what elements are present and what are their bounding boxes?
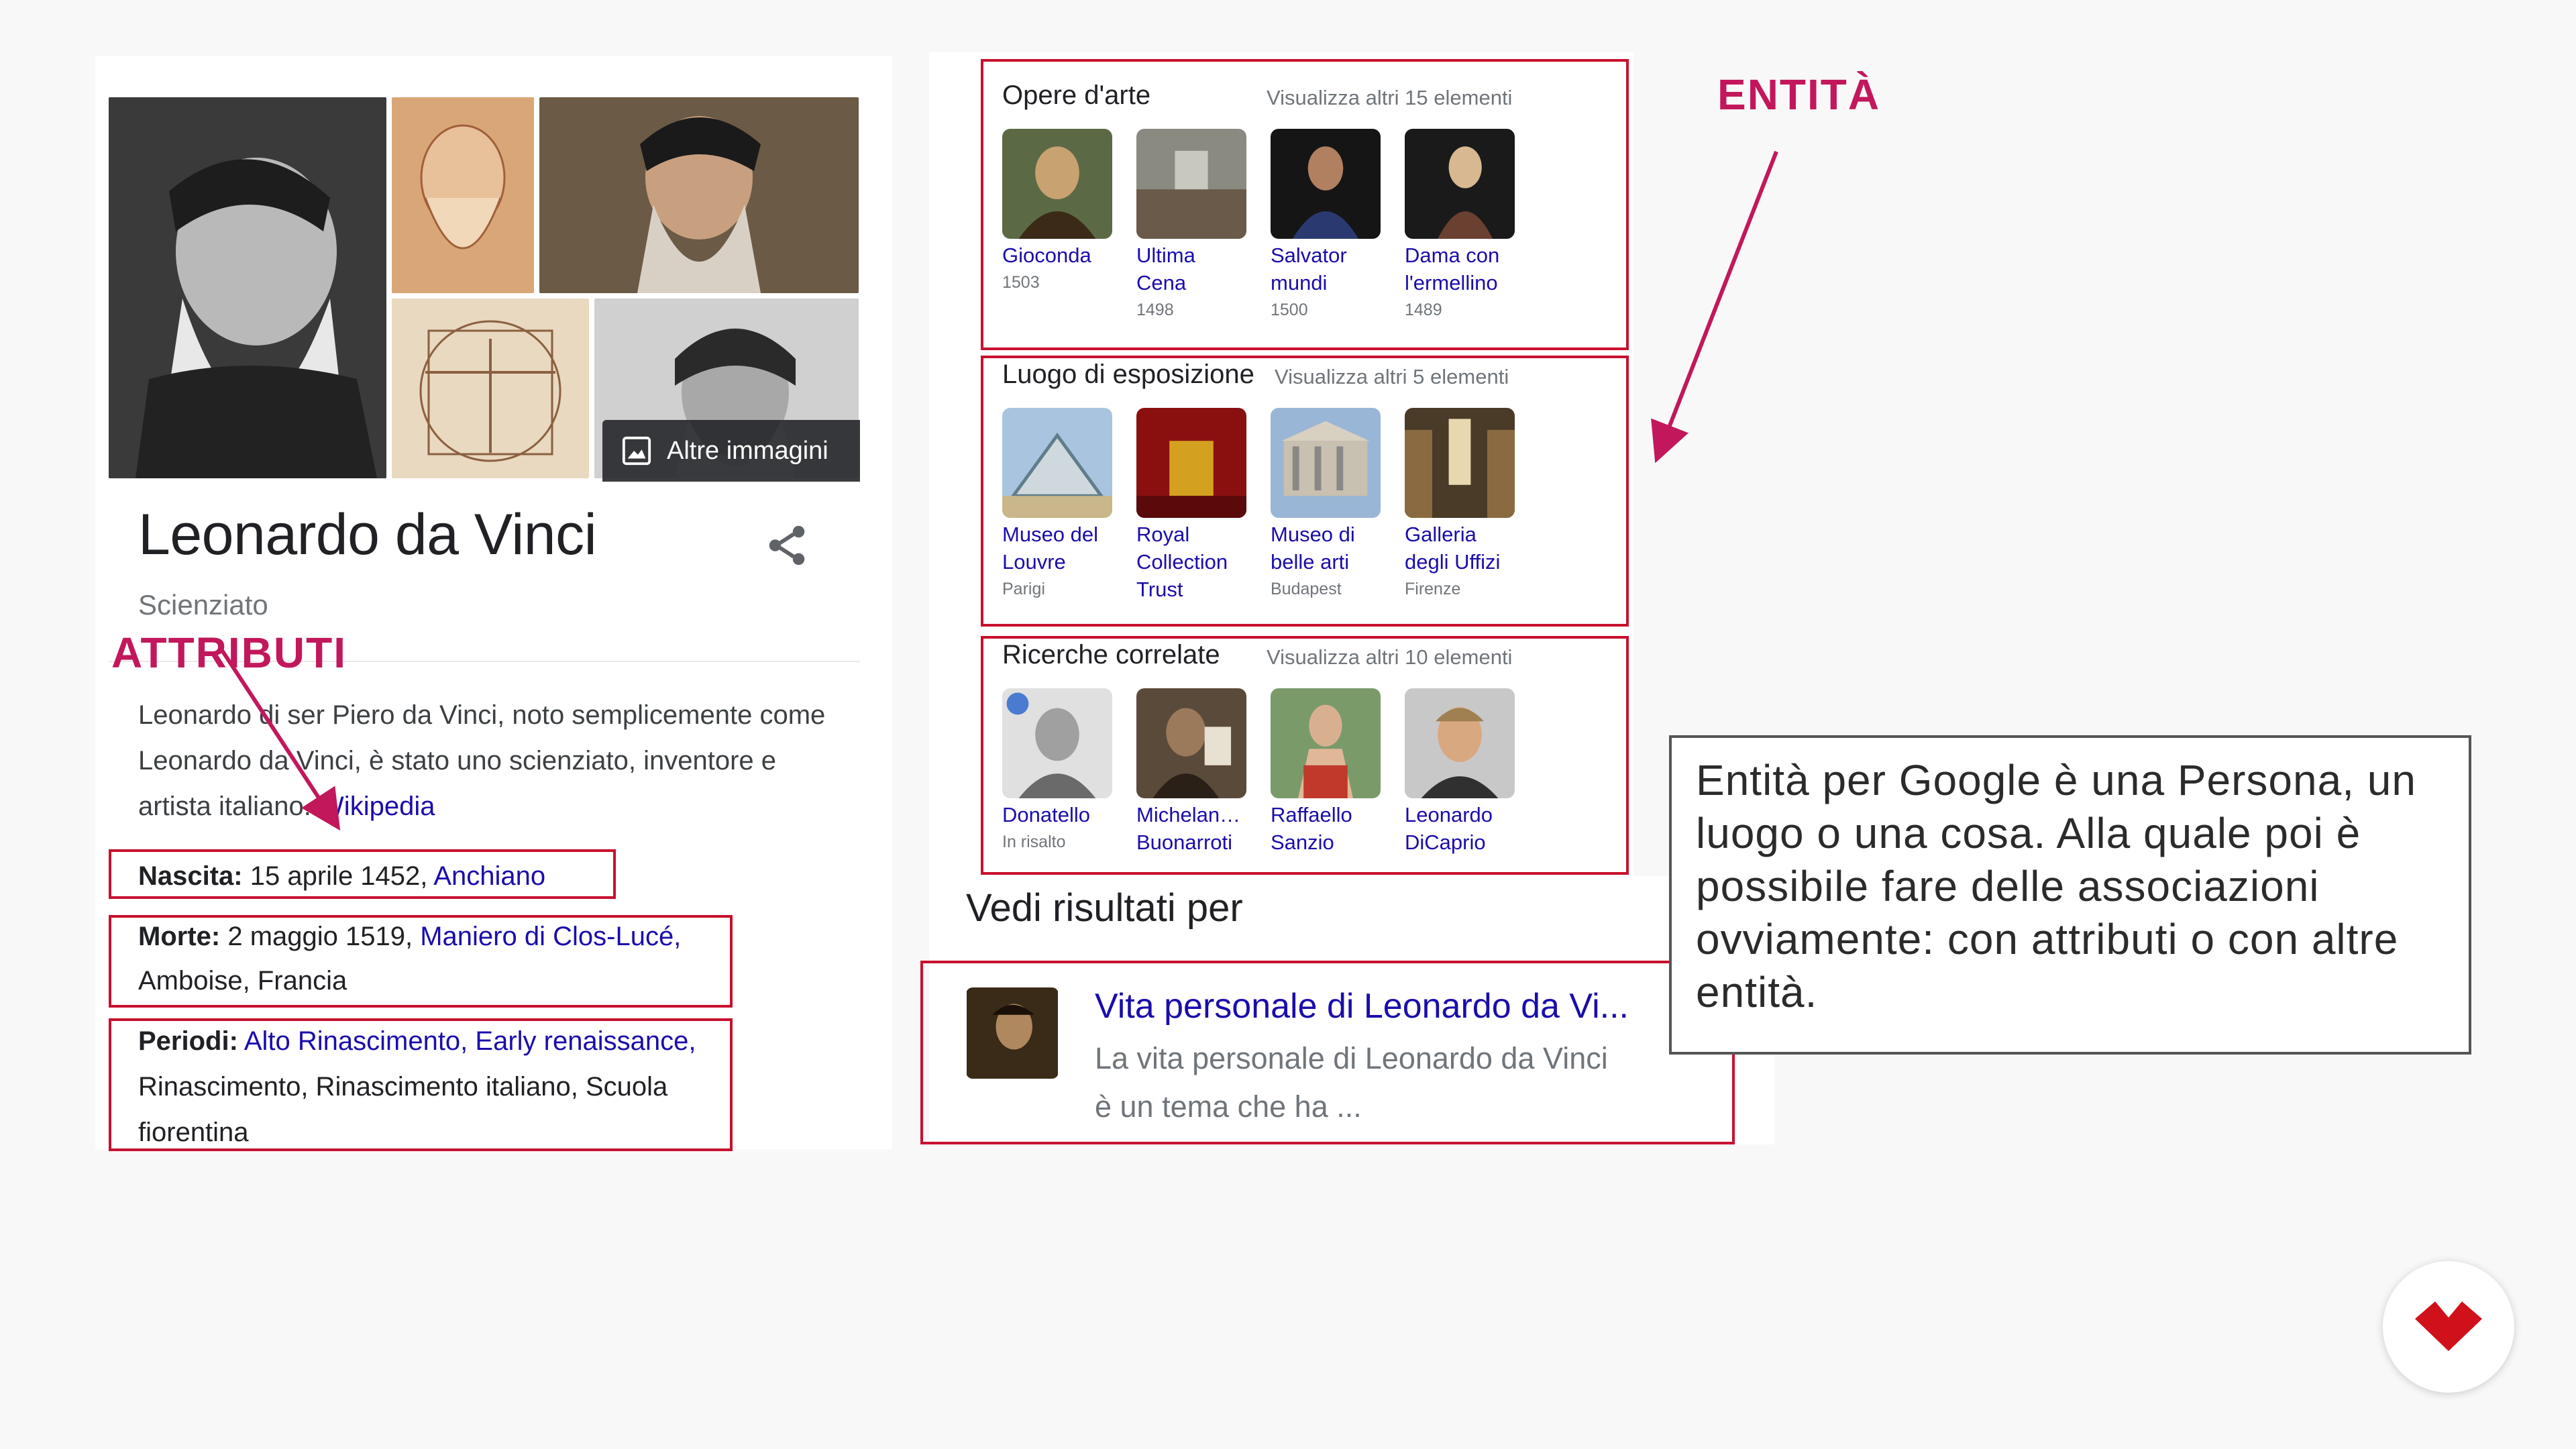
brand-logo-icon (2383, 1261, 2514, 1393)
attributes-arrow (219, 648, 341, 831)
note-text: Entità per Google è una Persona, un luog… (1696, 756, 2416, 1016)
entities-arrow (1651, 150, 1778, 464)
annotation-arrows (219, 150, 1778, 831)
